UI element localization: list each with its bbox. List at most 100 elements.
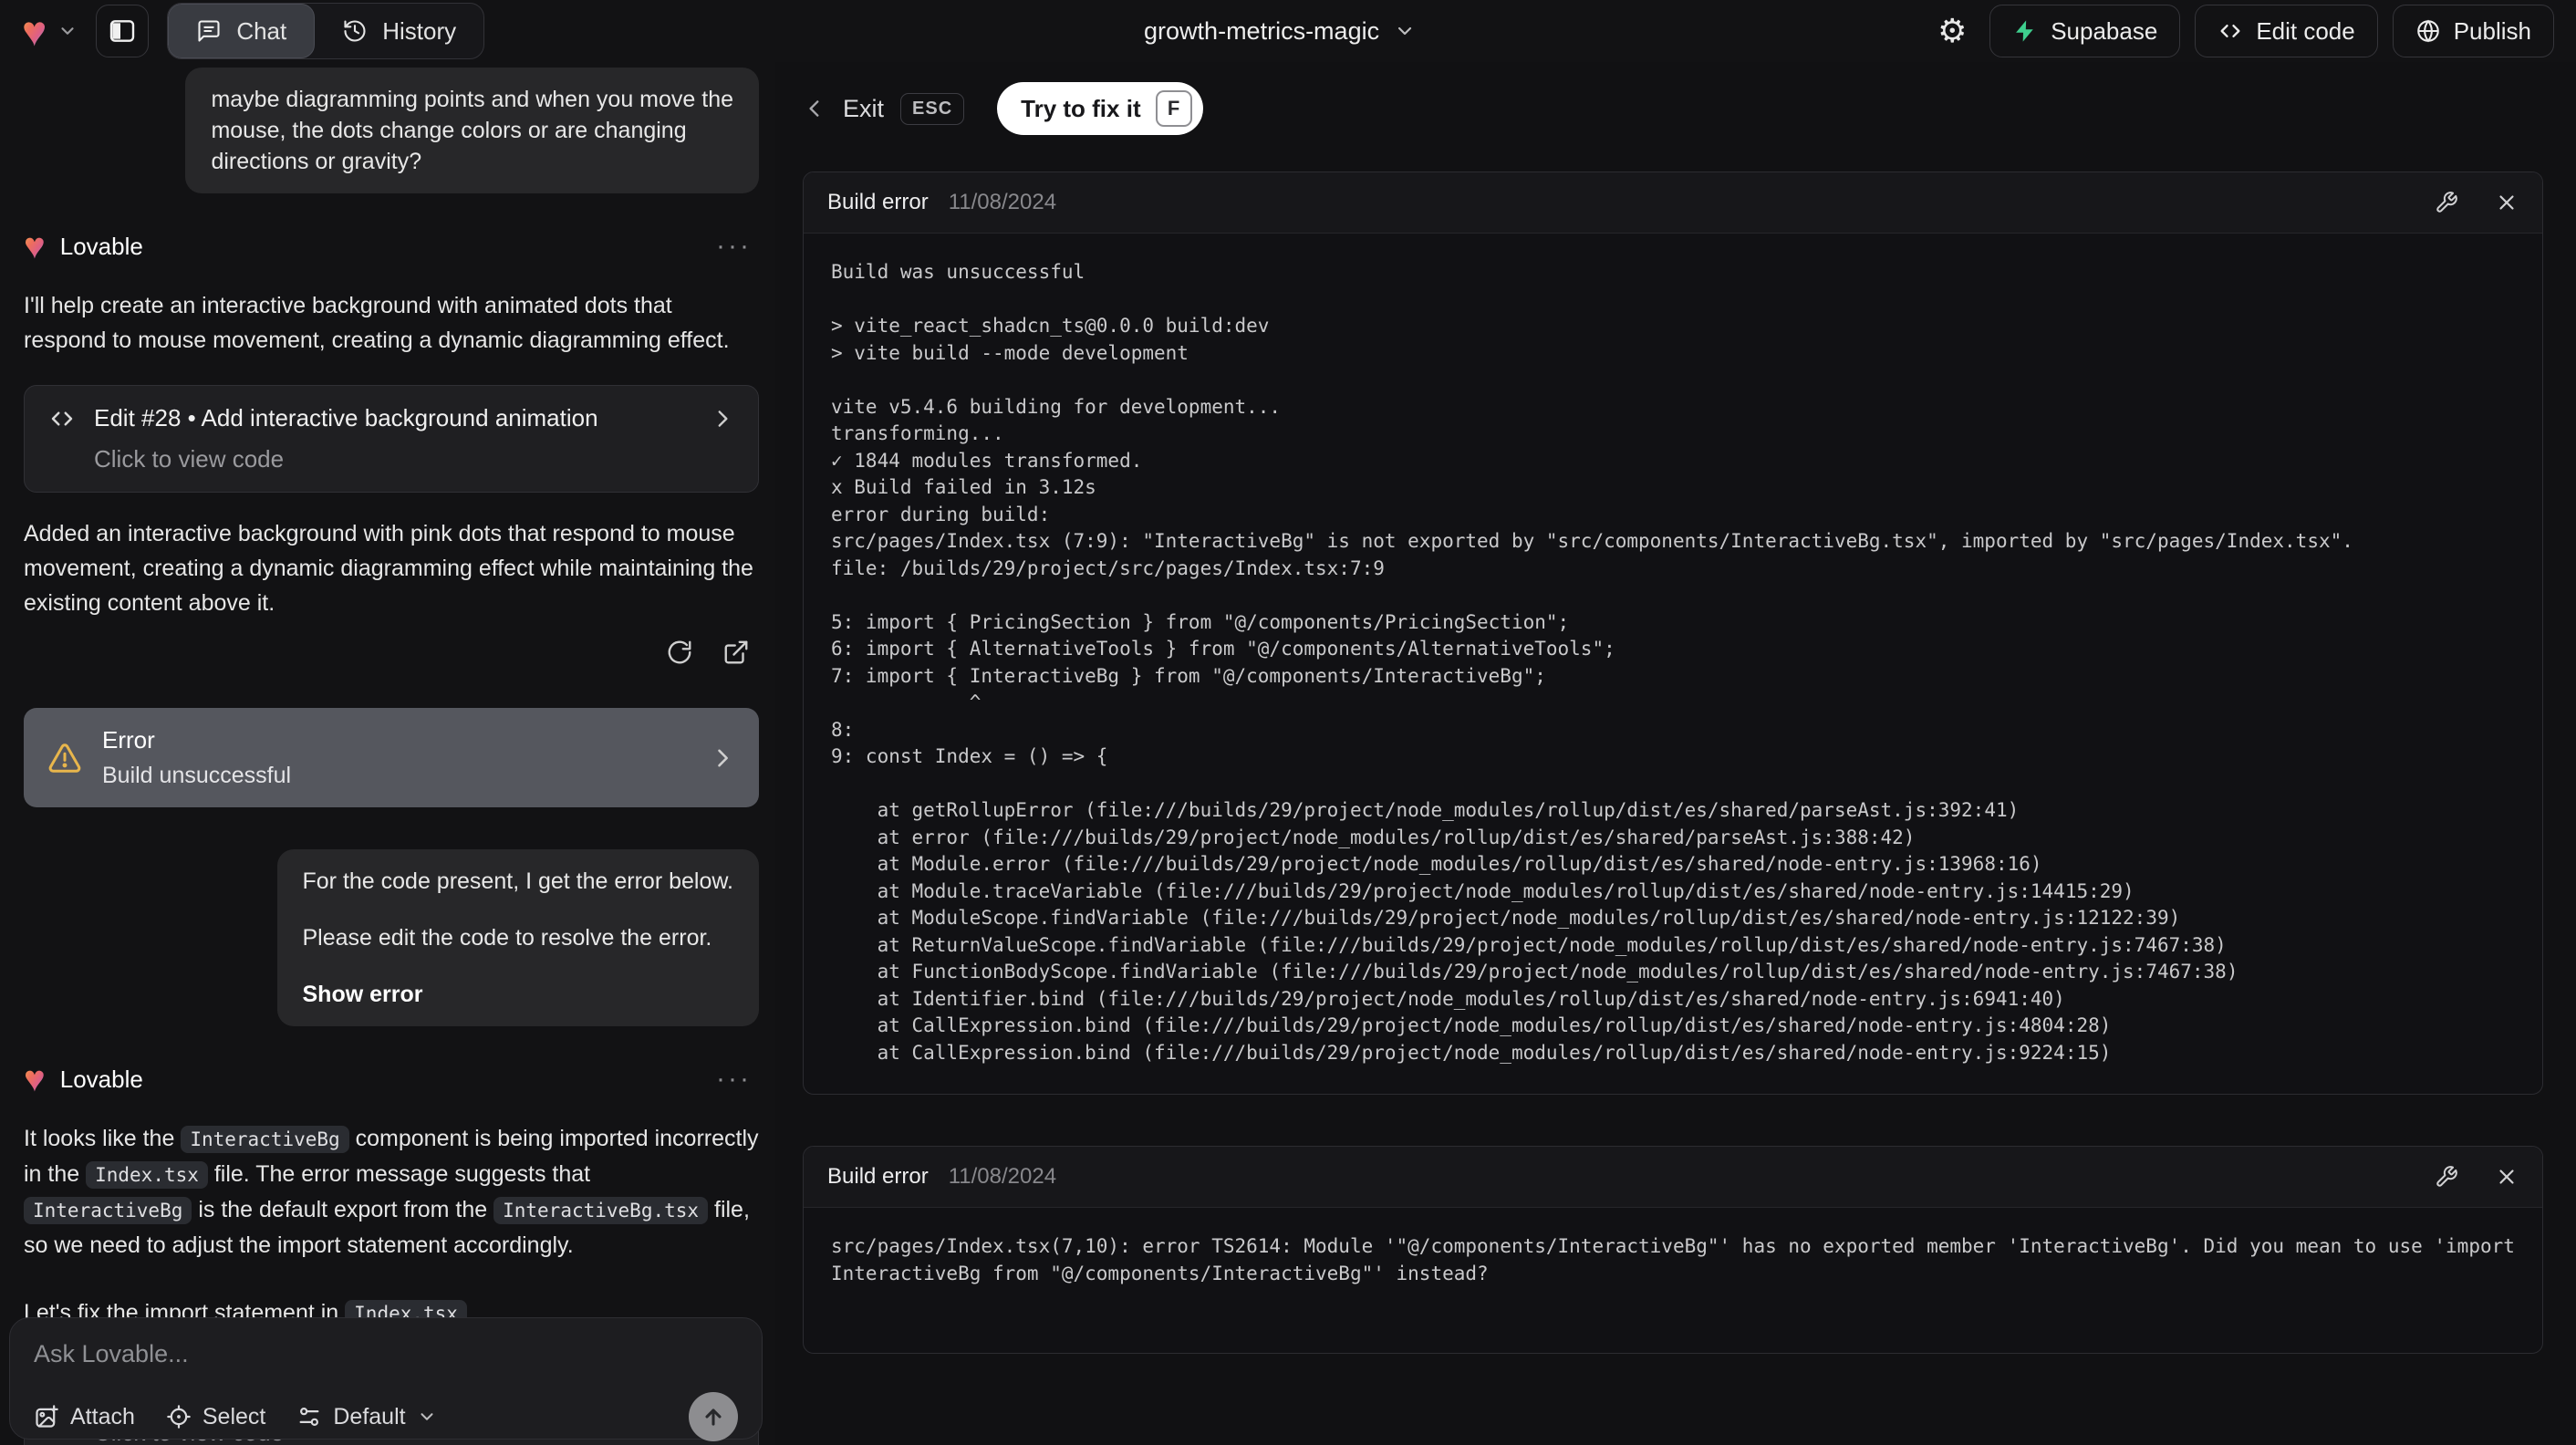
- build-error-card-1-header: Build error 11/08/2024: [804, 172, 2542, 234]
- topbar-left: ♥ Chat History: [22, 3, 485, 59]
- inline-code: InteractiveBg: [24, 1197, 192, 1224]
- close-icon[interactable]: [2495, 191, 2519, 214]
- chat-history-tabs: Chat History: [167, 3, 485, 59]
- chat-message-list[interactable]: maybe diagramming points and when you mo…: [0, 62, 775, 1445]
- chevron-right-icon: [718, 749, 728, 766]
- composer-toolbar: Attach Select Default: [34, 1392, 738, 1441]
- globe-icon: [2416, 19, 2439, 43]
- lovable-logo-menu[interactable]: ♥: [22, 10, 78, 52]
- chevron-right-icon: [718, 410, 728, 427]
- chevron-left-icon: [809, 100, 819, 117]
- try-to-fix-button[interactable]: Try to fix it F: [997, 82, 1203, 135]
- settings-button[interactable]: ⚙: [1929, 5, 1975, 57]
- error-banner-text: Error Build unsuccessful: [102, 726, 291, 789]
- composer: Attach Select Default: [9, 1317, 763, 1441]
- warning-triangle-icon: [48, 743, 81, 773]
- inline-code: InteractiveBg.tsx: [493, 1197, 709, 1224]
- chat-input[interactable]: [34, 1340, 738, 1368]
- select-button[interactable]: Select: [166, 1404, 265, 1430]
- tab-history-label: History: [382, 16, 457, 45]
- lovable-avatar-heart-icon: ♥: [24, 226, 46, 266]
- assistant-name: Lovable: [59, 1065, 143, 1093]
- show-error-link[interactable]: Show error: [303, 979, 734, 1010]
- build-error-title: Build error: [827, 190, 929, 214]
- main-area: maybe diagramming points and when you mo…: [0, 62, 2576, 1445]
- message-actions: [24, 639, 759, 666]
- try-to-fix-label: Try to fix it: [1021, 94, 1141, 122]
- build-error-card-2: Build error 11/08/2024 src/pages/Index.t…: [803, 1146, 2543, 1354]
- wrench-icon[interactable]: [2435, 191, 2458, 214]
- mode-label: Default: [333, 1403, 406, 1429]
- topbar-right: ⚙ Supabase Edit code Publish: [1929, 5, 2554, 57]
- lovable-heart-icon: ♥: [22, 7, 47, 55]
- retry-icon[interactable]: [666, 639, 693, 666]
- build-error-title: Build error: [827, 1164, 929, 1189]
- topbar: ♥ Chat History growth-metrics-magic ⚙ Su…: [0, 0, 2576, 62]
- edit-code-label: Edit code: [2256, 16, 2355, 45]
- build-error-card-2-header: Build error 11/08/2024: [804, 1147, 2542, 1208]
- history-icon: [344, 20, 366, 42]
- more-options-icon[interactable]: ···: [716, 231, 752, 262]
- inline-code: Index.tsx: [86, 1161, 208, 1189]
- build-error-log: Build was unsuccessful > vite_react_shad…: [831, 261, 2353, 1064]
- project-selector[interactable]: growth-metrics-magic: [1144, 17, 1416, 46]
- tab-chat[interactable]: Chat: [168, 4, 316, 58]
- supabase-button[interactable]: Supabase: [1989, 5, 2181, 57]
- user-message-line: For the code present, I get the error be…: [302, 868, 734, 894]
- sidebar-toggle-button[interactable]: [96, 5, 150, 57]
- assistant-paragraph: It looks like the InteractiveBg componen…: [24, 1121, 759, 1263]
- code-icon: [51, 411, 73, 425]
- publish-button[interactable]: Publish: [2392, 5, 2554, 57]
- tab-chat-label: Chat: [236, 16, 287, 45]
- text-segment: It looks like the: [24, 1126, 182, 1151]
- tab-history[interactable]: History: [315, 4, 483, 58]
- publish-label: Publish: [2453, 16, 2531, 45]
- more-options-icon[interactable]: ···: [716, 1064, 752, 1095]
- lovable-avatar-heart-icon: ♥: [24, 1059, 46, 1099]
- attach-image-icon: [36, 1405, 58, 1428]
- chevron-down-icon: [1397, 26, 1412, 36]
- edit-code-button[interactable]: Edit code: [2195, 5, 2378, 57]
- chat-bubble-icon: [198, 20, 220, 42]
- assistant-header: ♥ Lovable ···: [24, 228, 759, 265]
- edit-card-28-row: Edit #28 • Add interactive background an…: [48, 404, 734, 432]
- supabase-label: Supabase: [2051, 16, 2158, 45]
- mode-dropdown[interactable]: Default: [296, 1404, 436, 1430]
- send-button[interactable]: [689, 1392, 738, 1441]
- error-panel-header: Exit ESC Try to fix it F: [803, 82, 2543, 135]
- open-external-icon[interactable]: [722, 639, 750, 666]
- build-error-date: 11/08/2024: [948, 190, 1057, 214]
- arrow-up-icon: [705, 1409, 722, 1426]
- supabase-bolt-icon: [2016, 20, 2033, 42]
- edit-card-28-title: Edit #28 • Add interactive background an…: [94, 404, 598, 431]
- esc-key-badge: ESC: [900, 92, 965, 125]
- select-label: Select: [202, 1403, 266, 1429]
- edit-card-28[interactable]: Edit #28 • Add interactive background an…: [24, 385, 759, 493]
- select-target-icon: [167, 1405, 191, 1429]
- edit-card-28-subtitle: Click to view code: [94, 445, 285, 473]
- build-error-card-1: Build error 11/08/2024 Build was unsucce…: [803, 172, 2543, 1095]
- exit-label: Exit: [843, 94, 885, 122]
- user-message-line: Please edit the code to resolve the erro…: [302, 925, 712, 951]
- assistant-name: Lovable: [59, 232, 143, 260]
- chevron-down-icon: [61, 27, 74, 35]
- gear-icon: ⚙: [1937, 12, 1968, 49]
- assistant-header: ♥ Lovable ···: [24, 1061, 759, 1097]
- text-segment: file. The error message suggests that: [207, 1161, 591, 1187]
- error-overlay-panel: Exit ESC Try to fix it F Build error 11/…: [775, 62, 2576, 1445]
- attach-label: Attach: [70, 1403, 135, 1429]
- close-icon[interactable]: [2495, 1165, 2519, 1189]
- code-icon: [2220, 25, 2240, 37]
- build-error-banner[interactable]: Error Build unsuccessful: [24, 708, 759, 807]
- attach-button[interactable]: Attach: [34, 1404, 135, 1430]
- chevron-down-icon: [421, 1413, 433, 1420]
- user-message: maybe diagramming points and when you mo…: [185, 68, 759, 193]
- build-error-log: src/pages/Index.tsx(7,10): error TS2614:…: [831, 1235, 2527, 1284]
- exit-button[interactable]: Exit ESC: [803, 92, 965, 125]
- sidebar-panel-icon: [110, 20, 135, 42]
- assistant-paragraph: I'll help create an interactive backgrou…: [24, 293, 730, 353]
- error-banner-subtitle: Build unsuccessful: [102, 763, 292, 788]
- chat-panel: maybe diagramming points and when you mo…: [0, 62, 775, 1445]
- build-error-date: 11/08/2024: [948, 1164, 1057, 1189]
- wrench-icon[interactable]: [2435, 1165, 2458, 1189]
